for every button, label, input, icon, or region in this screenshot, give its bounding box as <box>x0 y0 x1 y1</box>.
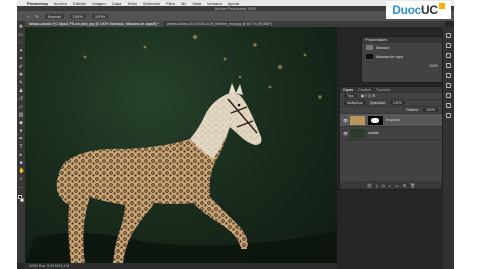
eye-icon[interactable]: 👁 <box>343 131 348 136</box>
layer-row-caballo[interactable]: 👁 caballo <box>340 127 442 140</box>
fx-icon[interactable]: ƒ <box>376 183 378 188</box>
menu-filtro[interactable]: Filtro <box>166 1 175 6</box>
dodge-tool-icon[interactable]: ● <box>19 129 24 134</box>
mask-thumbnail <box>366 45 373 50</box>
layer-thumbnail <box>350 128 365 138</box>
density-value: 100% <box>429 63 438 68</box>
opacity-field[interactable]: 100% <box>69 13 86 19</box>
more-tools-icon[interactable]: … <box>19 185 24 190</box>
zoom-tool-icon[interactable]: ⌕ <box>19 177 24 182</box>
panel-icon-strip <box>443 27 454 269</box>
logo-text-duoc: Duoc <box>392 3 422 17</box>
fill-row: Relleno: 100% <box>340 107 442 114</box>
tools-panel: ✥ ▭ ◌ ✦ ⌗ ✐ ✚ ✎ ♟ ↺ ▱ ▥ ◆ ● ✒ T ▸ ■ ✋ ⌕ … <box>17 21 25 263</box>
blend-row: Multiplicar Opacidad: 100% <box>340 100 442 107</box>
channels-panel-icon[interactable] <box>446 103 451 108</box>
paths-panel-icon[interactable] <box>446 113 451 118</box>
eraser-tool-icon[interactable]: ▱ <box>19 105 24 110</box>
tab-capas[interactable]: Capas <box>343 87 353 93</box>
opacity-label: Opacidad: <box>369 101 386 105</box>
menu-vista[interactable]: Vista <box>192 1 201 6</box>
layer-thumbnail <box>350 115 365 125</box>
layers-footer: ⛓ ƒ ◘ ◐ ▭ ⊞ 🗑 <box>340 181 442 189</box>
menu-capa[interactable]: Capa <box>112 1 122 6</box>
fill-label: Relleno: <box>406 108 420 112</box>
group-icon[interactable]: ▭ <box>395 183 399 188</box>
horse-image <box>25 34 337 263</box>
adjustment-icon[interactable]: ◐ <box>389 183 391 188</box>
healing-tool-icon[interactable]: ✚ <box>19 73 24 78</box>
tab-canales[interactable]: Canales <box>358 87 371 93</box>
layers-panel-icon[interactable] <box>446 93 451 98</box>
new-layer-icon[interactable]: ⊞ <box>403 183 406 188</box>
shape-tool-icon[interactable]: ■ <box>19 161 24 166</box>
menu-texto[interactable]: Texto <box>127 1 137 6</box>
home-icon[interactable]: ⌂ <box>27 14 29 19</box>
properties-row[interactable]: Máscara de capa <box>362 52 442 61</box>
eyedropper-tool-icon[interactable]: ✐ <box>19 65 24 70</box>
quick-select-tool-icon[interactable]: ✦ <box>19 49 24 54</box>
properties-row-label: Máscara de capa <box>376 54 403 59</box>
layer-filter-row: Tipo ▣ T ◫ ☰ <box>340 93 442 100</box>
menu-ventana[interactable]: Ventana <box>207 1 222 6</box>
pen-tool-icon[interactable]: ✒ <box>19 137 24 142</box>
photoshop-window: Photoshop Archivo Edición Imagen Capa Te… <box>17 0 454 269</box>
menu-3d[interactable]: 3D <box>181 1 186 6</box>
layer-opacity-field[interactable]: 100% <box>389 101 405 105</box>
path-select-tool-icon[interactable]: ▸ <box>19 153 24 158</box>
trash-icon[interactable]: 🗑 <box>410 183 415 188</box>
mode-select[interactable]: Normal <box>44 13 64 19</box>
layers-panel: Capas Canales Trazados Tipo ▣ T ◫ ☰ Mult… <box>339 86 443 190</box>
menu-ayuda[interactable]: Ayuda <box>228 1 239 6</box>
blend-mode-select[interactable]: Multiplicar <box>344 101 366 105</box>
duoc-uc-logo: Duoc UC <box>386 1 451 19</box>
brushes-panel-icon[interactable] <box>446 83 451 88</box>
logo-accent-icon <box>438 3 445 9</box>
menu-archivo[interactable]: Archivo <box>54 1 67 6</box>
marquee-tool-icon[interactable]: ▭ <box>19 33 24 38</box>
properties-panel: Propiedades Máscara Máscara de capa 100% <box>361 36 443 83</box>
blur-tool-icon[interactable]: ◆ <box>19 121 24 126</box>
document-canvas[interactable] <box>25 27 337 263</box>
menu-photoshop[interactable]: Photoshop <box>27 1 48 6</box>
hand-tool-icon[interactable]: ✋ <box>19 169 25 174</box>
properties-row-label: Máscara <box>376 45 390 50</box>
layer-mask-thumbnail[interactable] <box>368 115 383 125</box>
layer-row-leopardo[interactable]: 👁 leopardo <box>340 114 442 127</box>
flow-field[interactable]: 100% <box>91 13 109 19</box>
crop-tool-icon[interactable]: ⌗ <box>19 57 24 62</box>
history-brush-tool-icon[interactable]: ↺ <box>19 97 24 102</box>
filter-icons[interactable]: ▣ T ◫ ☰ <box>361 94 376 98</box>
color-panel-icon[interactable] <box>446 63 451 68</box>
eye-icon[interactable]: 👁 <box>343 118 348 123</box>
add-mask-icon[interactable]: ◘ <box>382 183 384 188</box>
brush-icon[interactable]: ✎ <box>35 14 38 19</box>
menu-seleccion[interactable]: Selección <box>143 1 160 6</box>
logo-text-uc: UC <box>421 3 438 17</box>
status-bar: 100% Doc: 5,93 M/11,4 M <box>25 263 337 269</box>
gradient-tool-icon[interactable]: ▥ <box>19 113 24 118</box>
density-row[interactable]: 100% <box>362 61 442 70</box>
layer-name: leopardo <box>386 118 400 122</box>
properties-panel-icon[interactable] <box>446 33 451 38</box>
color-swatches[interactable] <box>17 195 25 202</box>
type-tool-icon[interactable]: T <box>19 145 24 150</box>
layer-filter-select[interactable]: Tipo <box>344 94 357 98</box>
brush-tool-icon[interactable]: ✎ <box>19 81 24 86</box>
swatches-panel-icon[interactable] <box>446 73 451 78</box>
link-icon[interactable]: ⛓ <box>367 183 372 188</box>
stamp-tool-icon[interactable]: ♟ <box>19 89 24 94</box>
history-panel-icon[interactable] <box>446 53 451 58</box>
layer-fill-field[interactable]: 100% <box>423 108 438 112</box>
layer-name: caballo <box>368 131 380 135</box>
menu-edicion[interactable]: Edición <box>73 1 86 6</box>
lasso-tool-icon[interactable]: ◌ <box>19 41 24 46</box>
menu-imagen[interactable]: Imagen <box>92 1 105 6</box>
layer-mask-thumbnail <box>366 54 373 59</box>
move-tool-icon[interactable]: ✥ <box>19 25 24 30</box>
adjustments-panel-icon[interactable] <box>446 43 451 48</box>
properties-row[interactable]: Máscara <box>362 43 442 52</box>
tab-trazados[interactable]: Trazados <box>376 87 390 93</box>
